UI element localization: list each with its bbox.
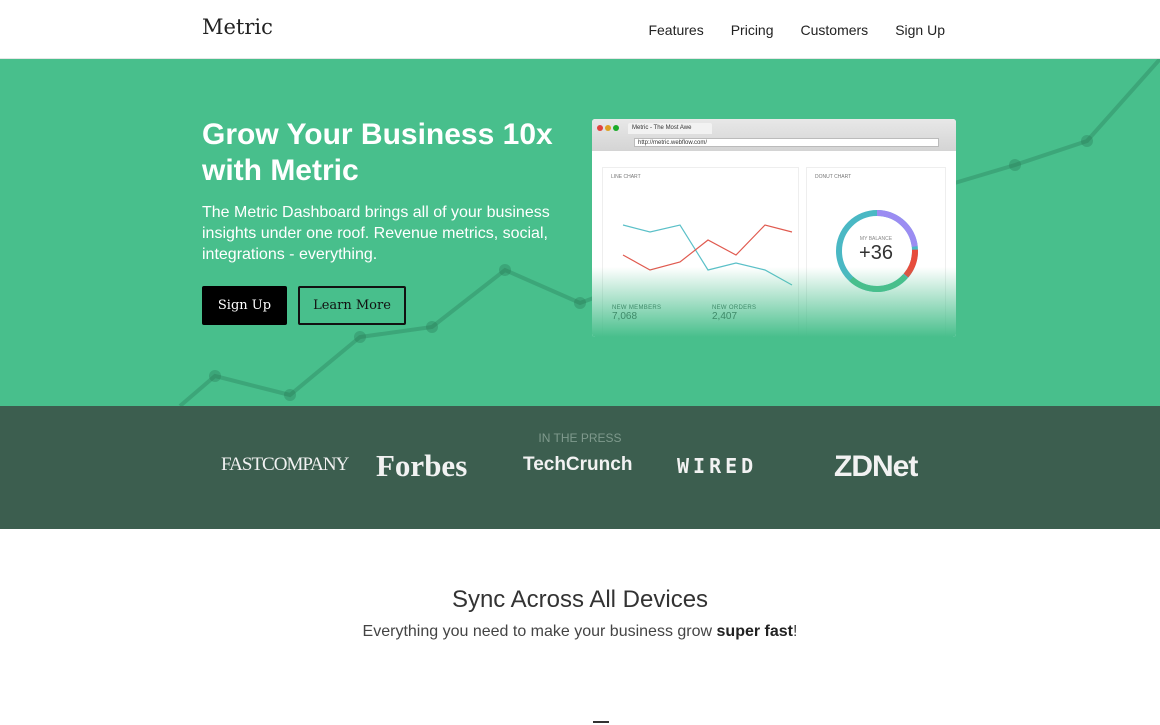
window-controls-icon [597, 125, 619, 131]
browser-tab: Metric - The Most Awe [628, 123, 712, 134]
nav-pricing[interactable]: Pricing [731, 22, 774, 38]
nav-customers[interactable]: Customers [801, 22, 869, 38]
subtitle-end: ! [792, 623, 798, 640]
browser-chrome: Metric - The Most Awe http://metric.webf… [592, 119, 956, 151]
forbes-logo: Forbes [376, 448, 468, 483]
nav-signup[interactable]: Sign Up [895, 22, 945, 38]
zdnet-logo: ZDNet [834, 450, 918, 483]
subtitle-bold: super fast [716, 623, 793, 640]
hero-lead: The Metric Dashboard brings all of your … [202, 204, 550, 263]
navbar: Metric Features Pricing Customers Sign U… [0, 0, 1160, 59]
donut-chart-title: DONUT CHART [815, 174, 852, 180]
fastcompany-logo: FASTCOMPANY [221, 454, 349, 475]
dashboard-screenshot: Metric - The Most Awe http://metric.webf… [592, 119, 956, 337]
screenshot-fade [592, 267, 956, 337]
line-chart-title: LINE CHART [611, 174, 641, 180]
signup-button[interactable]: Sign Up [202, 286, 287, 325]
techcrunch-logo: TechCrunch [523, 454, 633, 475]
stat-new-orders-value: 2,407 [712, 311, 738, 322]
wired-logo: WIRED [677, 454, 758, 478]
nav-features[interactable]: Features [648, 22, 703, 38]
url-bar: http://metric.webflow.com/ [634, 138, 939, 147]
nav-links: Features Pricing Customers Sign Up [648, 22, 945, 38]
subtitle-text: Everything you need to make your busines… [362, 623, 717, 640]
hero-section: Grow Your Business 10x with Metric The M… [0, 59, 1160, 406]
hero-title: Grow Your Business 10x with Metric [202, 118, 553, 187]
stat-new-members-value: 7,068 [612, 311, 638, 322]
stat-new-orders: NEW ORDERS 2,407 [712, 305, 756, 322]
learn-more-button[interactable]: Learn More [298, 286, 406, 325]
device-icon-top [593, 721, 609, 723]
sync-subtitle: Everything you need to make your busines… [0, 623, 1160, 641]
background-trend-line [178, 59, 1160, 406]
press-section: IN THE PRESS FASTCOMPANY Forbes TechCrun… [0, 406, 1160, 529]
logo[interactable]: Metric [202, 15, 273, 39]
stat-new-members: NEW MEMBERS 7,068 [612, 305, 661, 322]
balance-value: +36 [859, 242, 893, 264]
press-label: IN THE PRESS [538, 431, 622, 445]
sync-title: Sync Across All Devices [451, 586, 709, 613]
